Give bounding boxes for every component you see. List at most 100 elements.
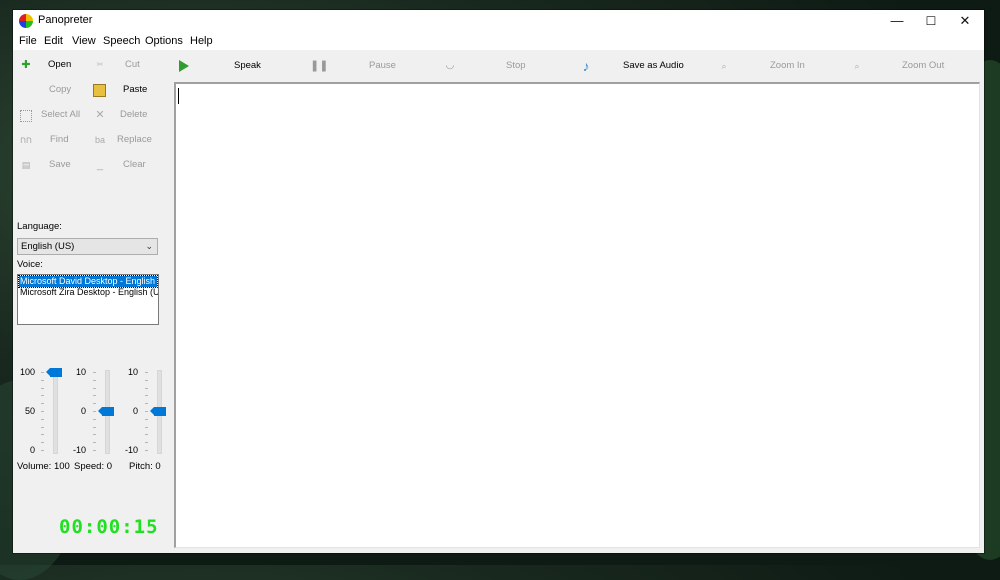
copy-button[interactable]: Copy (19, 80, 89, 100)
save-as-audio-button[interactable]: ♪ Save as Audio (579, 56, 699, 76)
window-title: Panopreter (38, 14, 93, 26)
menu-file[interactable]: File (19, 35, 37, 47)
slider-tick (41, 426, 44, 428)
music-note-icon: ♪ (582, 58, 590, 74)
volume-value-label: Volume: 100 (17, 461, 70, 472)
menu-bar: File Edit View Speech Options Help (13, 32, 984, 50)
voice-option[interactable]: Microsoft David Desktop - English (Unite… (18, 275, 158, 288)
minimize-button[interactable]: — (880, 10, 914, 32)
voice-option[interactable]: Microsoft Zira Desktop - English (United… (18, 287, 158, 298)
save-button[interactable]: ▤ Save (19, 155, 89, 175)
slider-tick (145, 411, 148, 412)
menu-help[interactable]: Help (190, 35, 213, 47)
clear-button[interactable]: _ Clear (93, 155, 163, 175)
volume-mid-label: 50 (24, 406, 35, 416)
open-button[interactable]: ✚ Open (19, 55, 89, 75)
slider-tick (93, 426, 96, 428)
language-select[interactable]: English (US) ⌄ (17, 238, 158, 255)
speed-min-label: -10 (72, 445, 86, 455)
voice-label: Voice: (17, 259, 43, 270)
menu-options[interactable]: Options (145, 35, 183, 47)
menu-view[interactable]: View (72, 35, 96, 47)
select-all-icon (20, 110, 32, 122)
pause-button[interactable]: ❚❚ Pause (310, 56, 410, 76)
speed-value-label: Speed: 0 (74, 461, 113, 472)
pitch-value-label: Pitch: 0 (129, 461, 161, 472)
slider-tick (41, 372, 44, 373)
pause-icon: ❚❚ (310, 60, 329, 72)
maximize-button[interactable]: ☐ (914, 10, 948, 32)
slider-tick (93, 450, 96, 451)
zoom-out-button[interactable]: ⌕ Zoom Out (850, 56, 960, 76)
slider-tick (93, 403, 96, 405)
speed-mid-label: 0 (80, 406, 86, 416)
menu-edit[interactable]: Edit (44, 35, 63, 47)
zoom-in-button[interactable]: ⌕ Zoom In (717, 56, 827, 76)
slider-tick (93, 372, 96, 373)
chevron-down-icon: ⌄ (145, 241, 153, 251)
play-icon (179, 60, 189, 72)
close-button[interactable]: ✕ (948, 10, 982, 32)
cut-icon: ✂ (96, 60, 104, 69)
slider-tick (41, 387, 44, 389)
paste-button[interactable]: Paste (93, 80, 163, 100)
slider-tick (93, 442, 96, 444)
slider-tick (145, 418, 148, 420)
slider-tick (145, 450, 148, 451)
slider-tick (93, 379, 96, 381)
cut-button[interactable]: ✂ Cut (93, 55, 163, 75)
find-icon: חח (20, 135, 32, 145)
menu-speech[interactable]: Speech (103, 35, 140, 47)
app-window: Panopreter — ☐ ✕ File Edit View Speech O… (13, 10, 984, 553)
replace-icon: b​a (94, 135, 105, 145)
replace-button[interactable]: b​a Replace (93, 130, 163, 150)
slider-tick (41, 418, 44, 420)
volume-max-label: 100 (19, 367, 35, 377)
text-caret (178, 88, 179, 104)
elapsed-timer: 00:00:15 (59, 516, 159, 538)
pitch-mid-label: 0 (132, 406, 138, 416)
slider-tick (145, 426, 148, 428)
pitch-min-label: -10 (124, 445, 138, 455)
speed-slider-thumb[interactable] (98, 407, 114, 416)
main-toolbar: Speak ❚❚ Pause ◡ Stop ♪ Save as Audio ⌕ … (173, 50, 984, 82)
clear-icon: _ (96, 159, 104, 171)
language-selected-value: English (US) (21, 241, 75, 252)
volume-slider-thumb[interactable] (46, 368, 62, 377)
zoom-out-icon: ⌕ (854, 61, 860, 71)
slider-tick (145, 442, 148, 444)
slider-tick (41, 379, 44, 381)
voice-listbox[interactable]: Microsoft David Desktop - English (Unite… (17, 274, 159, 325)
slider-tick (41, 395, 44, 397)
slider-tick (145, 379, 148, 381)
slider-tick (93, 395, 96, 397)
title-bar: Panopreter — ☐ ✕ (13, 10, 984, 32)
copy-icon (19, 83, 33, 97)
volume-slider-track[interactable] (53, 370, 58, 454)
speed-max-label: 10 (75, 367, 86, 377)
pitch-max-label: 10 (127, 367, 138, 377)
slider-tick (41, 442, 44, 444)
slider-tick (93, 434, 96, 436)
slider-tick (93, 387, 96, 389)
pitch-slider-thumb[interactable] (150, 407, 166, 416)
speak-button[interactable]: Speak (177, 56, 277, 76)
slider-tick (145, 387, 148, 389)
text-editor[interactable] (174, 82, 980, 548)
sidebar: ✚ Open ✂ Cut Copy Paste Select All ✕ Del… (13, 50, 173, 553)
slider-tick (93, 411, 96, 412)
delete-button[interactable]: ✕ Delete (93, 105, 163, 125)
language-label: Language: (17, 221, 62, 232)
find-button[interactable]: חח Find (19, 130, 89, 150)
slider-tick (41, 403, 44, 405)
app-logo-icon (19, 14, 33, 28)
slider-tick (41, 450, 44, 451)
select-all-button[interactable]: Select All (19, 105, 89, 125)
delete-icon: ✕ (95, 109, 105, 121)
stop-button[interactable]: ◡ Stop (443, 56, 543, 76)
slider-tick (145, 403, 148, 405)
slider-tick (93, 418, 96, 420)
open-file-icon: ✚ (21, 59, 31, 71)
stop-icon: ◡ (445, 60, 455, 71)
slider-tick (41, 434, 44, 436)
